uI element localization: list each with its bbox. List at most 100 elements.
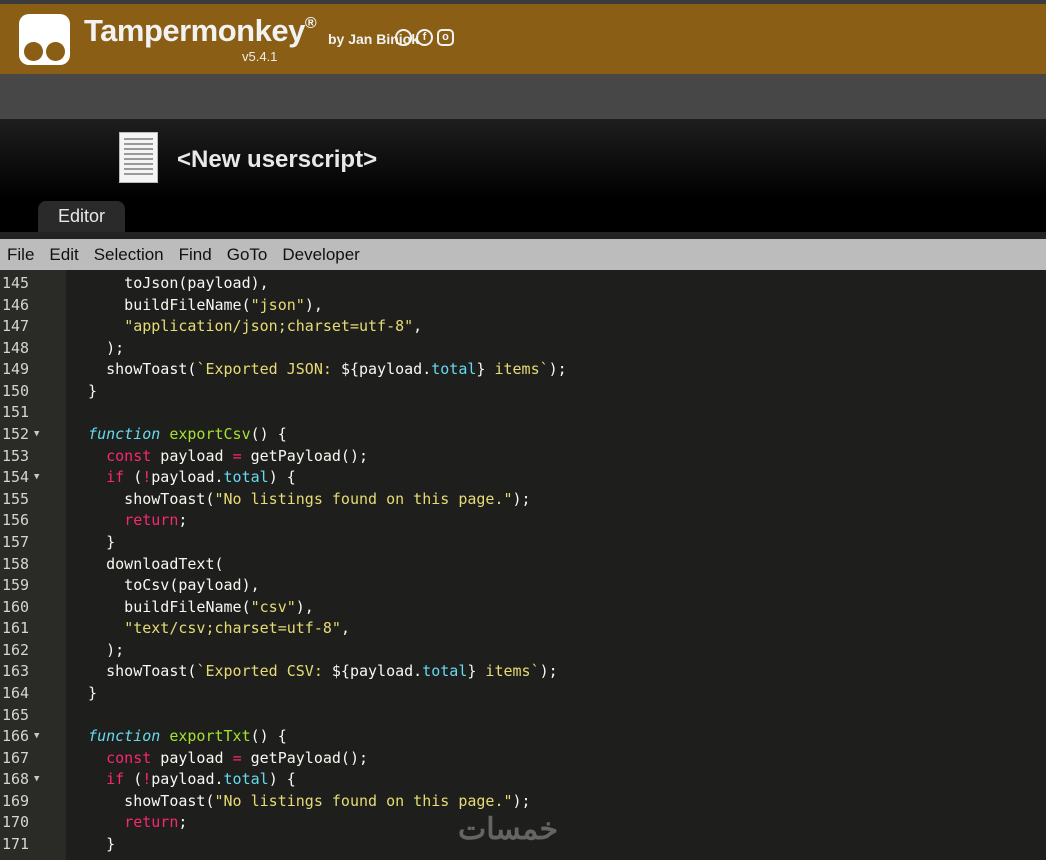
code-text: ); (70, 640, 124, 662)
code-token: ), (304, 295, 323, 314)
code-token: "csv" (250, 597, 296, 616)
code-token: () { (250, 727, 287, 746)
menu-developer[interactable]: Developer (282, 245, 360, 265)
code-token: buildFileName( (70, 295, 251, 314)
fold-arrow-icon[interactable]: ▼ (34, 726, 39, 748)
code-line[interactable]: 149 showToast(`Exported JSON: ${payload.… (0, 359, 1046, 381)
code-text: } (70, 532, 115, 554)
code-token: ; (178, 813, 188, 832)
code-line[interactable]: 147 "application/json;charset=utf-8", (0, 316, 1046, 338)
code-line[interactable]: 148 ); (0, 338, 1046, 360)
code-token: "json" (250, 295, 305, 314)
code-line[interactable]: 157 } (0, 532, 1046, 554)
menu-edit[interactable]: Edit (49, 245, 78, 265)
line-number: 168 (2, 770, 30, 789)
code-line[interactable]: 169 showToast("No listings found on this… (0, 791, 1046, 813)
menu-file[interactable]: File (7, 245, 34, 265)
code-text: "text/csv;charset=utf-8", (70, 618, 350, 640)
code-line[interactable]: 161 "text/csv;charset=utf-8", (0, 618, 1046, 640)
code-line[interactable]: 166 ▼ function exportTxt() { (0, 726, 1046, 748)
code-token: ! (142, 770, 152, 789)
script-title: <New userscript> (177, 146, 378, 173)
registered-mark: ® (304, 15, 317, 32)
code-line[interactable]: 168 ▼ if (!payload.total) { (0, 769, 1046, 791)
code-token: "No listings found on this page." (214, 489, 513, 508)
code-line[interactable]: 146 buildFileName("json"), (0, 295, 1046, 317)
code-token: ); (512, 791, 531, 810)
menu-selection[interactable]: Selection (94, 245, 164, 265)
code-text: showToast(`Exported CSV: ${payload.total… (70, 661, 558, 683)
code-line[interactable]: 159 toCsv(payload), (0, 575, 1046, 597)
line-number: 156 (2, 511, 30, 530)
code-token: } (70, 683, 98, 702)
watermark-logo: خمسات (458, 813, 559, 846)
code-line[interactable]: 153 const payload = getPayload(); (0, 446, 1046, 468)
version-label: v5.4.1 (242, 49, 278, 64)
code-token: items` (476, 662, 540, 681)
code-text: toJson(payload), (70, 273, 269, 295)
code-text: } (70, 683, 97, 705)
code-line[interactable]: 150 } (0, 381, 1046, 403)
code-token: toJson(payload), (70, 274, 269, 292)
code-text: return; (70, 812, 187, 834)
code-token: ( (124, 770, 143, 789)
code-token: "text/csv;charset=utf-8" (124, 619, 341, 638)
github-icon[interactable] (395, 29, 412, 46)
line-number: 158 (2, 554, 30, 573)
code-token: ), (295, 597, 314, 616)
code-line[interactable]: 156 return; (0, 510, 1046, 532)
line-number: 145 (2, 274, 30, 292)
code-editor[interactable]: 145 toJson(payload), 146 buildFileName("j… (0, 270, 1046, 860)
line-number: 161 (2, 619, 30, 638)
code-line[interactable]: 152 ▼ function exportCsv() { (0, 424, 1046, 446)
code-line[interactable]: 162 ); (0, 640, 1046, 662)
tab-editor[interactable]: Editor (38, 201, 125, 233)
code-text: const payload = getPayload(); (70, 748, 368, 770)
code-text: function exportCsv() { (70, 424, 287, 446)
code-token: ${payload. (340, 360, 432, 379)
code-token: , (340, 619, 350, 638)
code-token: payload (151, 748, 233, 767)
code-line[interactable]: 167 const payload = getPayload(); (0, 748, 1046, 770)
code-token: showToast( (70, 662, 197, 681)
code-text: const payload = getPayload(); (70, 446, 368, 468)
line-number: 151 (2, 403, 30, 422)
tampermonkey-logo-icon[interactable] (19, 14, 70, 65)
facebook-icon[interactable]: f (416, 29, 433, 46)
code-line[interactable]: 158 downloadText( (0, 554, 1046, 576)
code-line[interactable]: 155 showToast("No listings found on this… (0, 489, 1046, 511)
code-token: showToast( (70, 360, 197, 379)
fold-arrow-icon[interactable]: ▼ (34, 467, 39, 489)
code-token: payload. (151, 770, 224, 789)
code-token: = (232, 748, 242, 767)
code-line[interactable]: 160 buildFileName("csv"), (0, 597, 1046, 619)
code-line[interactable]: 151 (0, 402, 1046, 424)
line-number: 150 (2, 381, 30, 400)
code-token: exportCsv (169, 425, 251, 444)
code-text: } (70, 381, 97, 403)
code-token: getPayload(); (241, 446, 369, 465)
line-number: 148 (2, 338, 30, 357)
code-token: return (124, 511, 179, 530)
fold-arrow-icon[interactable]: ▼ (34, 769, 39, 791)
code-token: ); (70, 640, 125, 659)
code-line[interactable]: 154 ▼ if (!payload.total) { (0, 467, 1046, 489)
menu-find[interactable]: Find (179, 245, 212, 265)
code-line[interactable]: 163 showToast(`Exported CSV: ${payload.t… (0, 661, 1046, 683)
code-text: ); (70, 338, 124, 360)
code-token: downloadText( (70, 554, 224, 573)
code-line[interactable]: 145 toJson(payload), (0, 273, 1046, 295)
line-number: 170 (2, 813, 30, 832)
fold-arrow-icon[interactable]: ▼ (34, 424, 39, 446)
instagram-icon[interactable]: o (437, 29, 454, 46)
code-line[interactable]: 164 } (0, 683, 1046, 705)
line-number: 171 (2, 835, 30, 854)
menu-goto[interactable]: GoTo (227, 245, 268, 265)
code-token: function (88, 425, 161, 444)
code-line[interactable]: 165 (0, 705, 1046, 727)
